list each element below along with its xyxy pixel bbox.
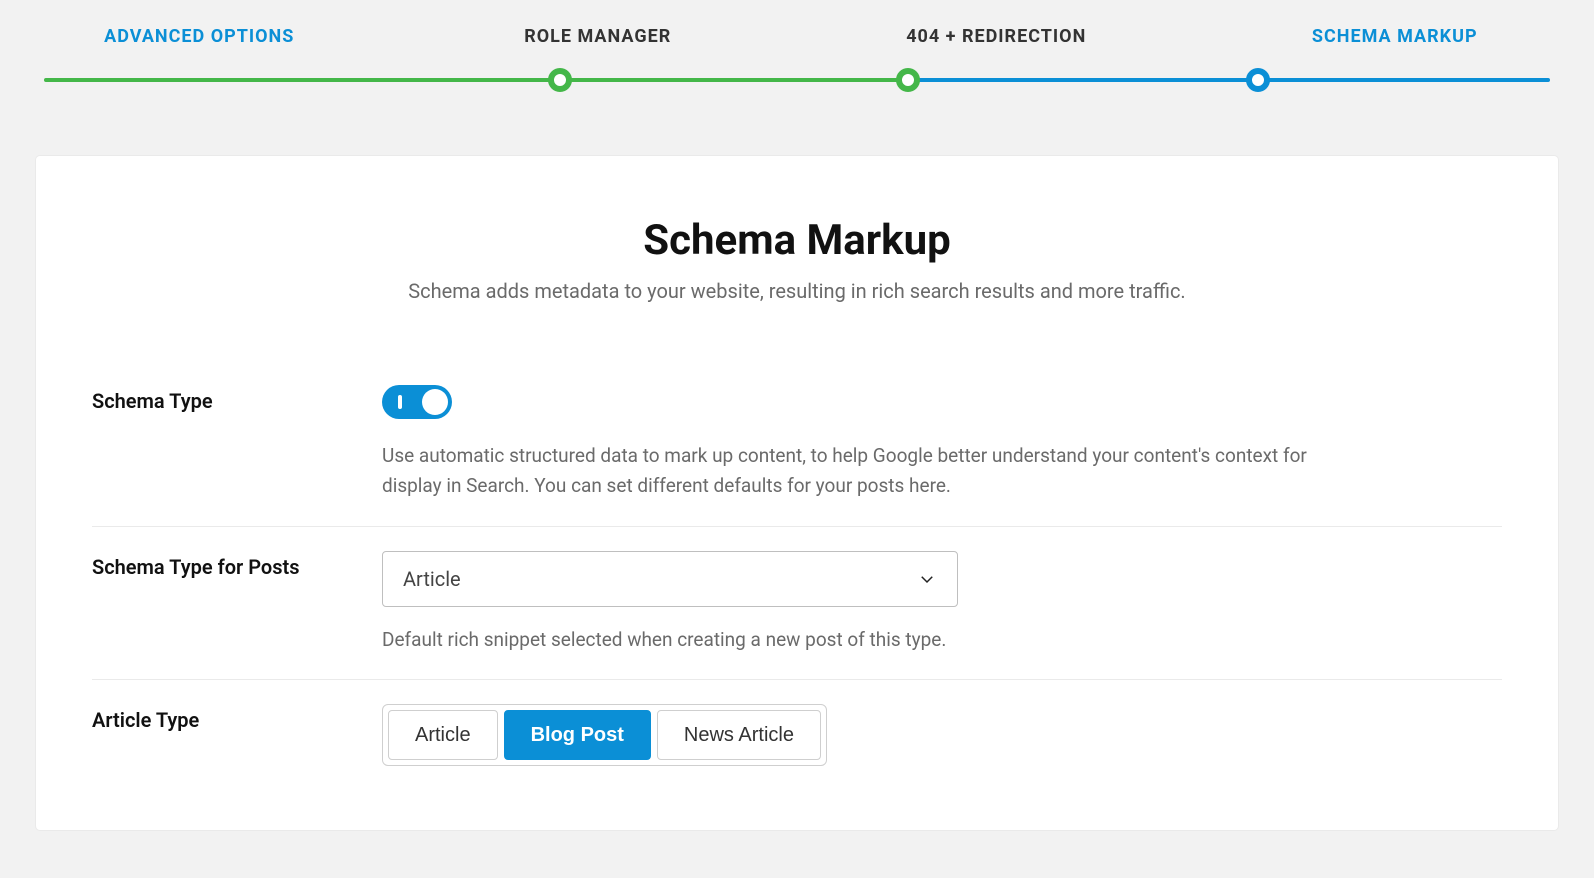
row-schema-type-posts: Schema Type for Posts Article Default ri… (92, 527, 1502, 680)
chevron-down-icon (917, 569, 937, 589)
step-advanced-options[interactable]: ADVANCED OPTIONS (0, 26, 399, 47)
row-article-type: Article Type Article Blog Post News Arti… (92, 680, 1502, 790)
settings-card: Schema Markup Schema adds metadata to yo… (36, 156, 1558, 830)
schema-type-desc: Use automatic structured data to mark up… (382, 441, 1342, 502)
step-404-redirection[interactable]: 404 + REDIRECTION (797, 26, 1196, 47)
step-node-2 (548, 68, 572, 92)
page-title: Schema Markup (92, 216, 1502, 265)
article-type-option-news-article[interactable]: News Article (657, 710, 821, 760)
row-schema-type: Schema Type Use automatic structured dat… (92, 361, 1502, 527)
page-subtitle: Schema adds metadata to your website, re… (92, 279, 1502, 303)
toggle-knob-icon (422, 389, 448, 415)
label-schema-type-posts: Schema Type for Posts (92, 551, 382, 579)
progress-line-blue (910, 78, 1550, 82)
schema-type-posts-desc: Default rich snippet selected when creat… (382, 625, 1342, 655)
step-node-4 (1246, 68, 1270, 92)
label-schema-type: Schema Type (92, 385, 382, 413)
article-type-option-blog-post[interactable]: Blog Post (504, 710, 651, 760)
setup-stepper: ADVANCED OPTIONS ROLE MANAGER 404 + REDI… (0, 0, 1594, 100)
step-node-3 (896, 68, 920, 92)
schema-type-posts-select[interactable]: Article (382, 551, 958, 607)
article-type-option-article[interactable]: Article (388, 710, 498, 760)
toggle-on-indicator-icon (398, 395, 402, 409)
article-type-group: Article Blog Post News Article (382, 704, 827, 766)
select-value: Article (403, 567, 461, 591)
label-article-type: Article Type (92, 704, 382, 732)
step-schema-markup[interactable]: SCHEMA MARKUP (1196, 26, 1594, 47)
schema-type-toggle[interactable] (382, 385, 452, 419)
progress-line-green (44, 78, 910, 82)
step-role-manager[interactable]: ROLE MANAGER (399, 26, 798, 47)
